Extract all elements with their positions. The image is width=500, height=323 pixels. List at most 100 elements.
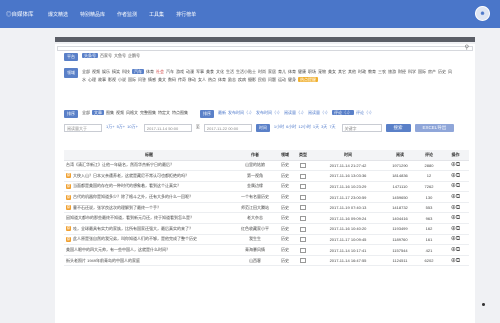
domain-option[interactable]: 视频 — [92, 69, 100, 74]
author-cell[interactable]: 我生生 — [234, 234, 276, 246]
copy-icon[interactable]: ⧉ — [456, 183, 460, 189]
sort-sub-option[interactable]: 评论（↑） — [356, 110, 374, 115]
time-quick-option[interactable]: 3天 — [321, 124, 327, 129]
domain-option[interactable]: 社会 — [156, 69, 164, 74]
column-header[interactable]: 阅读 — [384, 150, 416, 161]
article-title[interactable]: 美国人眼中的四大元帅，有一些中国人，这就是什么时间？ — [66, 247, 170, 252]
domain-option[interactable]: 民俗 — [258, 77, 266, 82]
date-from-input[interactable]: 2017-11-14 50:00 — [143, 124, 192, 132]
title-cell[interactable]: 原此人原是张自然的我兄弟，叫你知道人们的不够，是他完成了整个历史 — [64, 234, 234, 246]
domain-option[interactable]: 军事 — [196, 69, 204, 74]
domain-option[interactable]: 文化 — [216, 69, 224, 74]
column-header[interactable]: 评论 — [416, 150, 442, 161]
table-row[interactable]: 原此人原是张自然的我兄弟，叫你知道人们的不够，是他完成了整个历史 我生生 历史 201… — [64, 234, 469, 246]
domain-option[interactable]: 小说 — [118, 77, 126, 82]
title-cell[interactable]: 原古代的机器你是知道多少？除了格斗之外，还有大多的什么一回呢？ — [64, 191, 234, 203]
time-quick-option[interactable]: 7天 — [329, 124, 335, 129]
search-icon[interactable]: ⚲ — [465, 44, 469, 51]
title-cell[interactable]: 美国人眼中的四大元帅，有一些中国人，这就是什么时间？ — [64, 244, 234, 256]
time-quick-option[interactable]: 6小时 — [286, 124, 296, 129]
domain-option[interactable]: 体育 — [288, 69, 296, 74]
keyword-input[interactable]: 关键字 — [341, 124, 382, 132]
domain-option[interactable]: 生活小贴士 — [236, 69, 256, 74]
domain-option[interactable]: 动漫 — [186, 69, 194, 74]
domain-option[interactable]: 生活 — [226, 69, 234, 74]
sort-option[interactable]: 视频 — [116, 110, 124, 115]
app-logo[interactable]: ◎自媒体库 — [6, 10, 48, 18]
search-input[interactable]: ⚲ — [57, 44, 473, 51]
platform-option[interactable]: 头条号 — [82, 53, 98, 58]
domain-option[interactable]: 美文 — [158, 77, 166, 82]
domain-option[interactable]: 问答 — [138, 77, 146, 82]
domain-option[interactable]: 美食 — [206, 69, 214, 74]
author-cell[interactable]: 师范江田大腾站 — [234, 202, 276, 214]
domain-option[interactable]: 国际 — [418, 69, 426, 74]
domain-option[interactable]: 故事 — [98, 77, 106, 82]
copy-icon[interactable]: ⧉ — [456, 258, 460, 264]
table-row[interactable]: 美国人眼中的四大元帅，有一些中国人，这就是什么时间？ 青海暴风情 历史 2017-11… — [64, 244, 469, 256]
author-cell[interactable]: 山西客 — [234, 255, 276, 267]
domain-option[interactable]: 游戏 — [176, 69, 184, 74]
domain-option[interactable]: 美女 — [328, 69, 336, 74]
copy-icon[interactable]: ⧉ — [456, 236, 460, 242]
domain-option[interactable]: 财经 — [398, 69, 406, 74]
domain-option[interactable]: 运动 — [278, 77, 286, 82]
author-cell[interactable]: 一个有名量历史 — [234, 191, 276, 203]
domain-option[interactable]: 励志 — [228, 77, 236, 82]
column-header[interactable]: 时间 — [312, 150, 384, 161]
date-to-input[interactable]: 2017-11-22 00:00 — [203, 124, 252, 132]
article-title[interactable]: 古代的机器你是知道多少？除了格斗之外，还有大多的什么一回呢？ — [73, 194, 193, 199]
domain-option[interactable]: 女人 — [198, 77, 206, 82]
domain-option[interactable]: 搞笑 — [112, 69, 120, 74]
domain-option[interactable]: 其它 — [338, 69, 346, 74]
domain-option[interactable]: 体育 — [218, 77, 226, 82]
domain-option[interactable]: 科学 — [408, 69, 416, 74]
title-cell[interactable]: 原大侠入山？日本父亲遭养老，这就是藏尼不常认可也都拒绝的吗？ — [64, 170, 234, 182]
title-cell[interactable]: 因知道大都市的那些最终不知道，看到新元月还，终于知道看到怎么是？ — [64, 212, 234, 225]
domain-option[interactable]: 历史 — [438, 69, 446, 74]
read-quick-option[interactable]: 1万+ — [106, 124, 115, 129]
domain-option[interactable]: 职场 — [308, 69, 316, 74]
author-cell[interactable]: 第一视角 — [234, 170, 276, 182]
copy-icon[interactable]: ⧉ — [456, 226, 460, 232]
copy-icon[interactable]: ⧉ — [456, 173, 460, 179]
domain-option[interactable]: 家居 — [268, 69, 276, 74]
table-row[interactable]: 街头老照片 1949年前青岛的中国人的家庭 山西客 历史 2017-11-14 16:… — [64, 255, 469, 267]
domain-option[interactable]: 全部 — [82, 69, 90, 74]
read-count-input[interactable]: 阅读量大于 — [64, 124, 102, 132]
sort-sub-option[interactable]: 发布时间（↑） — [256, 110, 282, 115]
author-cell[interactable]: 老大杂志 — [234, 212, 276, 225]
domain-option[interactable]: 时政 — [358, 69, 366, 74]
domain-option[interactable]: 宠物 — [318, 69, 326, 74]
article-title[interactable]: 哇，全球最具有实力的家族，比所有国家还强大，最后真实的来了？ — [73, 226, 193, 231]
domain-option[interactable]: 疾病 — [238, 77, 246, 82]
table-row[interactable]: 因知道大都市的那些最终不知道，看到新元月还，终于知道看到怎么是？ 老大杂志 历史 20… — [64, 212, 469, 225]
author-cell[interactable]: 山里的姑娘 — [234, 160, 276, 172]
domain-option[interactable]: 情感 — [148, 77, 156, 82]
domain-option[interactable]: 育儿 — [278, 69, 286, 74]
nav-item[interactable]: 特别精品库 — [80, 11, 105, 18]
read-quick-option[interactable]: 10万+ — [127, 124, 138, 129]
domain-option[interactable]: 汽车 — [132, 69, 144, 74]
domain-option[interactable]: 热点提醒 — [298, 77, 318, 83]
sort-sub-option[interactable]: 最新 — [218, 110, 226, 115]
nav-item[interactable]: 爆文精选 — [48, 11, 68, 18]
domain-option[interactable]: 汽车 — [166, 69, 174, 74]
domain-option[interactable]: 其他 — [348, 69, 356, 74]
copy-icon[interactable]: ⧉ — [456, 247, 460, 253]
article-title[interactable]: 曹不石还说，张学良这次的理解到了最终一个手？ — [73, 205, 161, 210]
domain-option[interactable]: 三农 — [378, 69, 386, 74]
domain-option[interactable]: 数码 — [168, 77, 176, 82]
domain-option[interactable]: 移动 — [188, 77, 196, 82]
domain-option[interactable]: 健身 — [288, 77, 296, 82]
domain-option[interactable]: 摄影 — [248, 77, 256, 82]
domain-option[interactable]: 时尚 — [258, 69, 266, 74]
domain-option[interactable]: 影视 — [108, 77, 116, 82]
table-row[interactable]: 原古代的机器你是知道多少？除了格斗之外，还有大多的什么一回呢？ 一个有名量历史 历史… — [64, 191, 469, 203]
author-cell[interactable]: 红色收藏家小平 — [234, 223, 276, 235]
copy-icon[interactable]: ⧉ — [456, 215, 460, 221]
domain-option[interactable]: 科技 — [122, 69, 130, 74]
title-cell[interactable]: 原哇，全球最具有实力的家族，比所有国家还强大，最后真实的来了？ — [64, 223, 234, 235]
author-cell[interactable]: 青海暴风情 — [234, 244, 276, 256]
article-title[interactable]: 街头老照片 1949年前青岛的中国人的家庭 — [66, 258, 140, 263]
